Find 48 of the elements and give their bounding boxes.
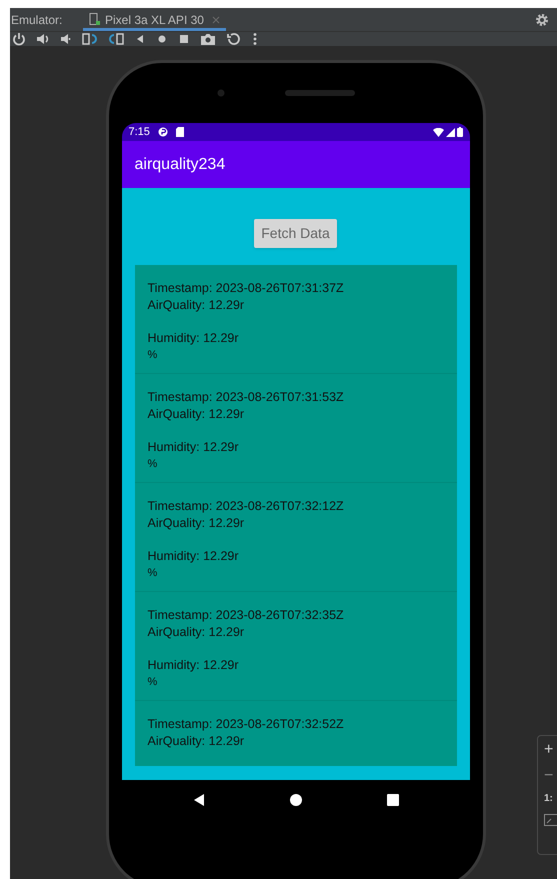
sd-card-icon xyxy=(176,127,184,137)
snapshot-icon[interactable] xyxy=(226,32,242,46)
tab-label: Pixel 3a XL API 30 xyxy=(105,12,204,28)
air-quality-text: AirQuality: 12.29r xyxy=(148,515,244,532)
timestamp-text: Timestamp: 2023-08-26T07:32:52Z xyxy=(148,716,344,733)
fit-screen-icon[interactable] xyxy=(544,814,557,826)
camera-icon[interactable] xyxy=(200,32,216,46)
wifi-icon xyxy=(432,128,444,136)
front-camera-icon xyxy=(216,89,224,97)
overview-icon[interactable] xyxy=(386,794,398,806)
air-quality-text: AirQuality: 12.29r xyxy=(148,624,244,641)
timestamp-text: Timestamp: 2023-08-26T07:32:35Z xyxy=(148,607,344,624)
timestamp-text: Timestamp: 2023-08-26T07:32:12Z xyxy=(148,498,344,515)
back-icon[interactable] xyxy=(192,793,204,807)
humidity-unit-text: % xyxy=(148,675,158,690)
app-title: airquality234 xyxy=(134,154,226,174)
humidity-unit-text: % xyxy=(148,566,158,581)
air-quality-text: AirQuality: 12.29r xyxy=(148,297,244,314)
air-quality-text: AirQuality: 12.29r xyxy=(148,406,244,423)
speaker-grille-icon xyxy=(284,90,354,96)
actual-size-button[interactable]: 1: xyxy=(544,794,553,804)
humidity-text: Humidity: 12.29r xyxy=(148,548,239,565)
air-quality-text: AirQuality: 12.29r xyxy=(148,733,244,750)
overview-icon[interactable] xyxy=(178,32,190,46)
fetch-data-button[interactable]: Fetch Data xyxy=(254,219,337,248)
more-icon[interactable] xyxy=(252,32,258,46)
notification-icon xyxy=(158,127,168,137)
volume-up-icon[interactable] xyxy=(36,32,50,46)
rotate-left-icon[interactable] xyxy=(108,32,124,46)
humidity-unit-text: % xyxy=(148,457,158,472)
timestamp-text: Timestamp: 2023-08-26T07:31:37Z xyxy=(148,280,344,297)
home-icon[interactable] xyxy=(290,794,302,806)
tool-window-title: Emulator: xyxy=(11,12,64,28)
humidity-text: Humidity: 12.29r xyxy=(148,330,239,347)
power-icon[interactable] xyxy=(12,32,26,46)
volume-down-icon[interactable] xyxy=(60,32,72,46)
humidity-text: Humidity: 12.29r xyxy=(148,657,239,674)
device-icon xyxy=(89,13,101,26)
signal-icon xyxy=(446,128,454,136)
battery-icon xyxy=(456,127,462,137)
humidity-text: Humidity: 12.29r xyxy=(148,439,239,456)
humidity-unit-text: % xyxy=(148,348,158,363)
status-time: 7:15 xyxy=(128,124,150,140)
zoom-in-button[interactable]: + xyxy=(544,742,554,758)
zoom-out-button[interactable]: − xyxy=(544,768,554,784)
settings-icon[interactable] xyxy=(535,12,549,26)
timestamp-text: Timestamp: 2023-08-26T07:31:53Z xyxy=(148,389,344,406)
rotate-right-icon[interactable] xyxy=(82,32,98,46)
